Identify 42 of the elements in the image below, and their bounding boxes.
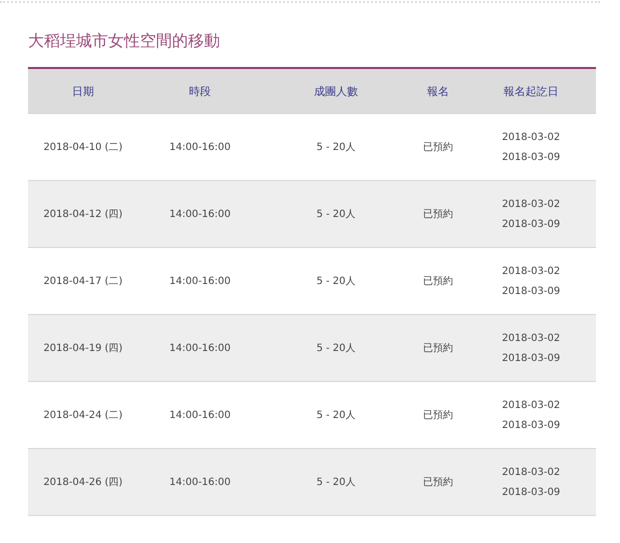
column-header: 日期 — [72, 84, 94, 98]
signup-end-date: 2018-03-09 — [502, 286, 560, 296]
group-size-cell-text: 5 - 20人 — [316, 208, 356, 221]
column-header: 時段 — [189, 84, 211, 98]
status-cell-text: 已預約 — [423, 342, 453, 355]
time-cell: 14:00-16:00 — [169, 142, 231, 152]
time-cell: 14:00-16:00 — [169, 276, 231, 286]
signup-end-date: 2018-03-09 — [502, 352, 560, 364]
date-cell-text: 2018-04-26 (四) — [43, 476, 123, 489]
date-cell-text: 2018-04-19 (四) — [43, 342, 123, 355]
signup-end-date: 2018-03-09 — [502, 152, 560, 162]
signup-end-date: 2018-03-09 — [502, 486, 560, 498]
date-cell-text: 2018-04-12 (四) — [43, 208, 123, 221]
group-size-cell-text: 5 - 20人 — [316, 342, 356, 355]
signup-start-date: 2018-03-02 — [502, 132, 560, 142]
signup-start-date: 2018-03-02 — [502, 400, 560, 410]
signup-start-date: 2018-03-02 — [502, 466, 560, 478]
group-size-cell-text: 5 - 20人 — [316, 141, 356, 154]
status-cell-text: 已預約 — [423, 141, 453, 154]
status-cell-text: 已預約 — [423, 275, 453, 288]
signup-start-date: 2018-03-02 — [502, 266, 560, 276]
date-cell-text: 2018-04-24 (二) — [43, 409, 123, 422]
page-title: 大稻埕城市女性空間的移動 — [28, 31, 220, 51]
group-size-cell-text: 5 - 20人 — [316, 409, 356, 422]
date-cell-text: 2018-04-10 (二) — [43, 141, 123, 154]
signup-end-date: 2018-03-09 — [502, 218, 560, 230]
signup-start-date: 2018-03-02 — [502, 332, 560, 344]
column-header: 報名起訖日 — [504, 84, 558, 98]
status-cell-text: 已預約 — [423, 208, 453, 221]
time-cell: 14:00-16:00 — [169, 208, 231, 220]
group-size-cell-text: 5 - 20人 — [316, 275, 356, 288]
status-cell-text: 已預約 — [423, 476, 453, 489]
date-cell-text: 2018-04-17 (二) — [43, 275, 123, 288]
time-cell: 14:00-16:00 — [169, 342, 231, 354]
time-cell: 14:00-16:00 — [169, 410, 231, 420]
time-cell: 14:00-16:00 — [169, 476, 231, 488]
column-header: 成團人數 — [314, 84, 358, 98]
status-cell-text: 已預約 — [423, 409, 453, 422]
column-header: 報名 — [427, 84, 449, 98]
group-size-cell-text: 5 - 20人 — [316, 476, 356, 489]
signup-start-date: 2018-03-02 — [502, 198, 560, 210]
signup-end-date: 2018-03-09 — [502, 420, 560, 430]
